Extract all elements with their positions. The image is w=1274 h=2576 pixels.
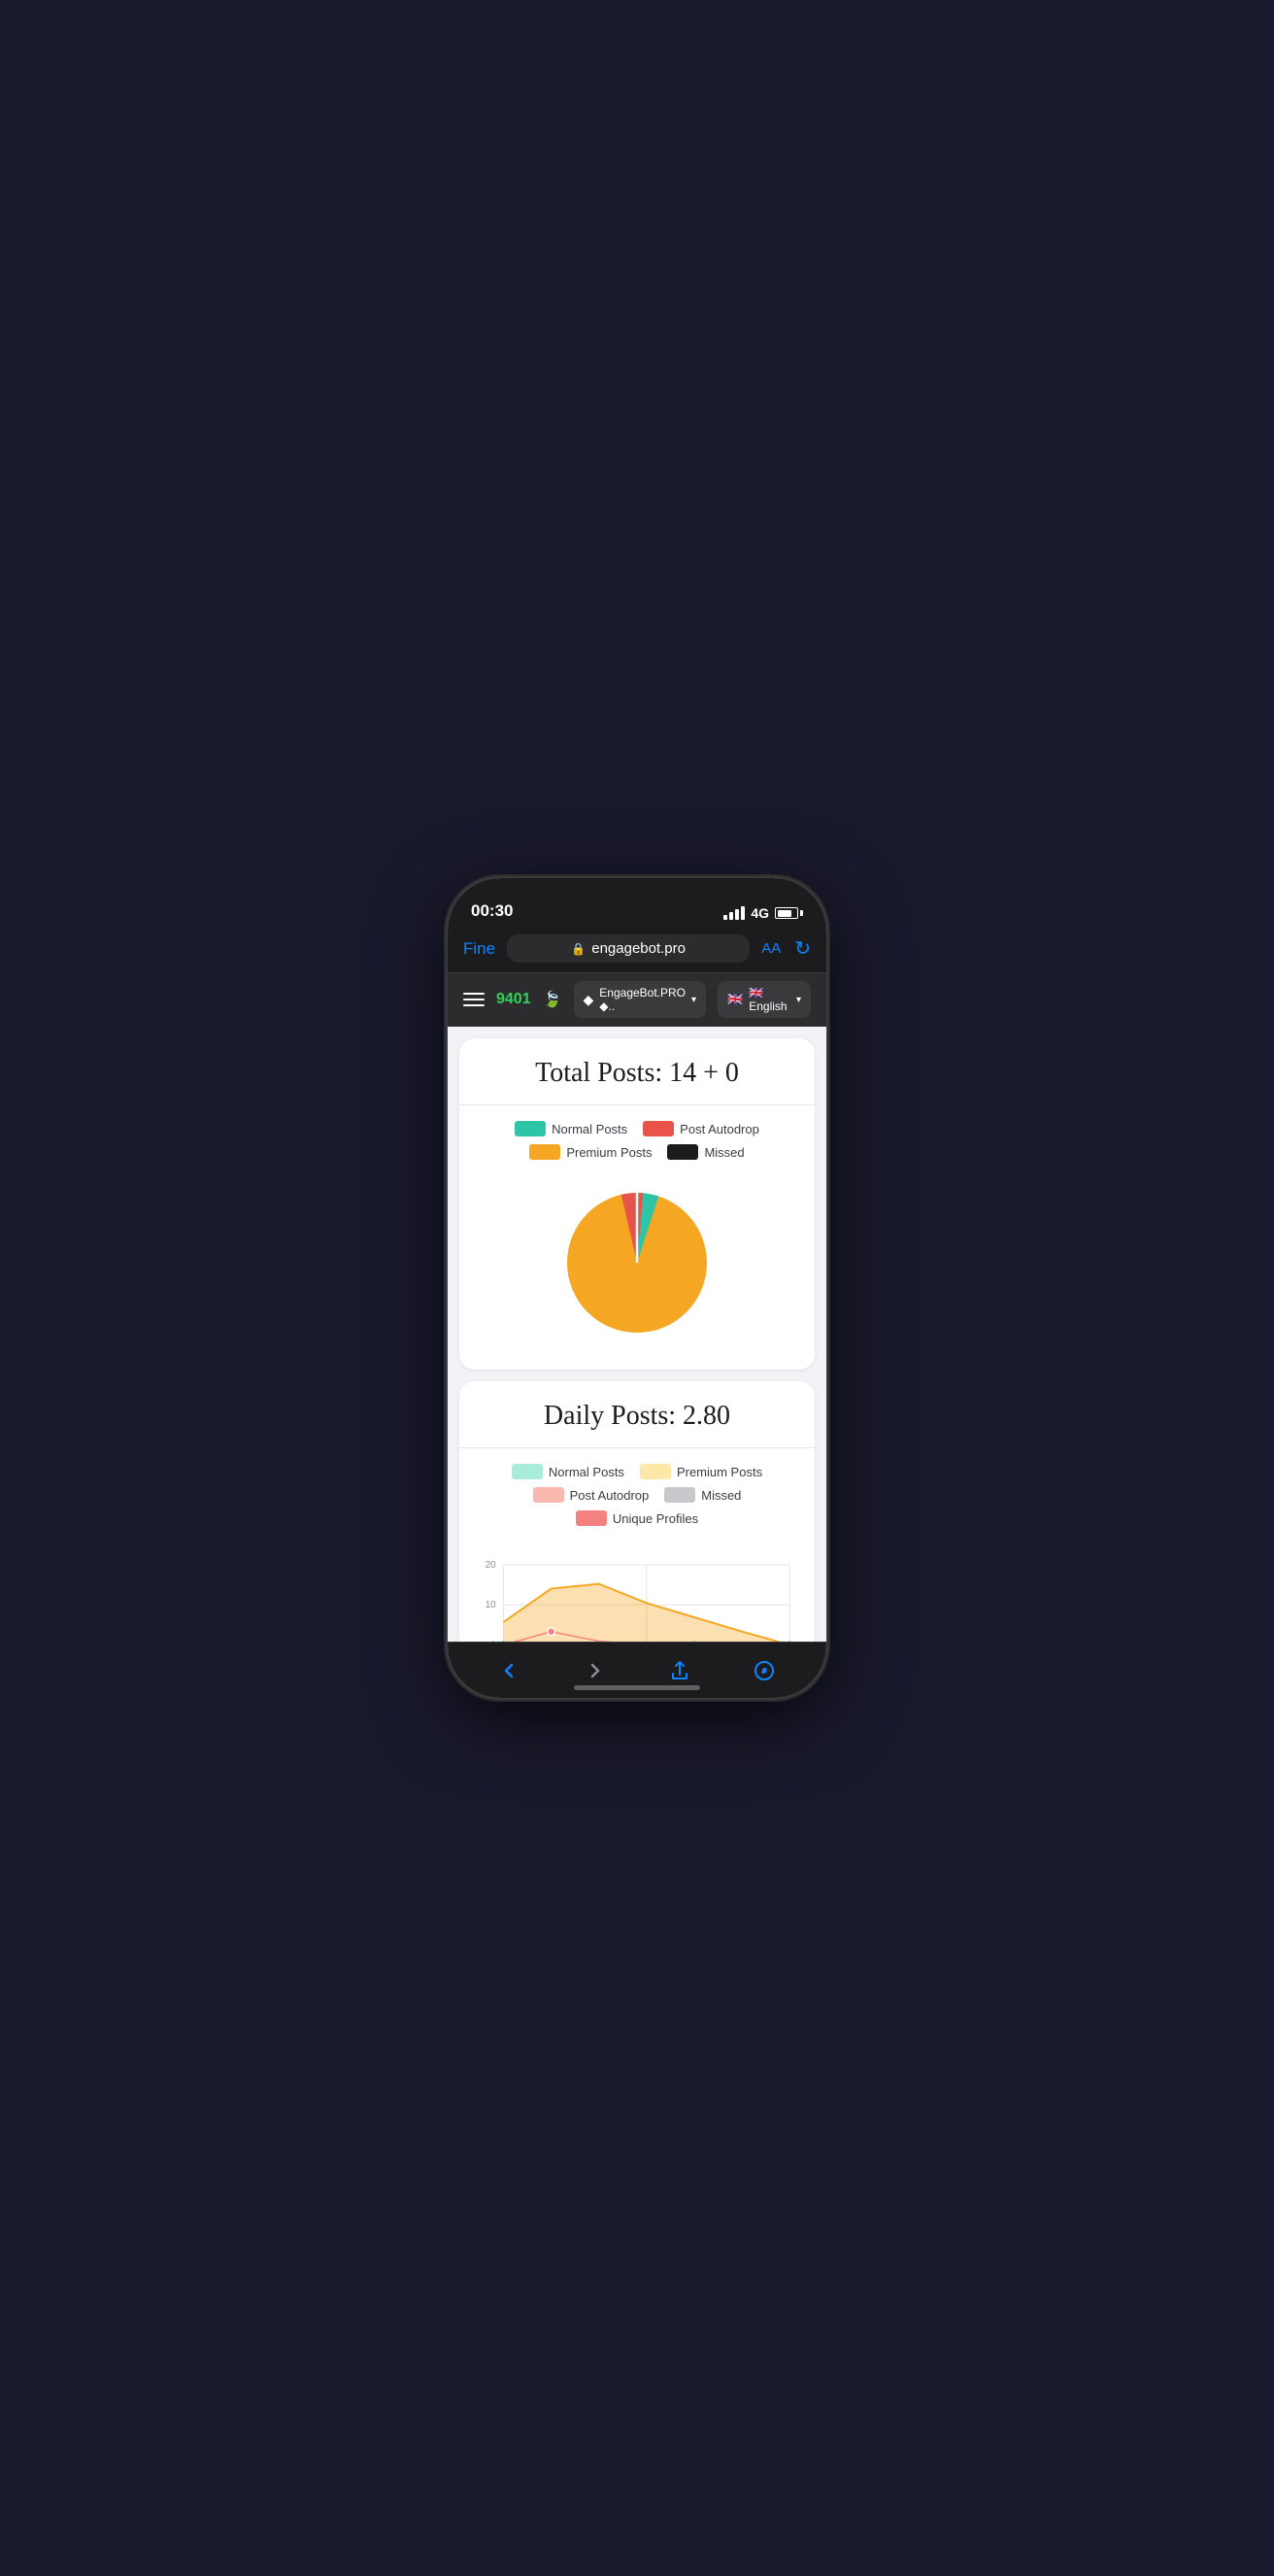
svg-text:20: 20 [486, 1560, 496, 1571]
coin-icon: 🍃 [543, 990, 562, 1009]
total-posts-legend: Normal Posts Post Autodrop Premium Posts [475, 1121, 799, 1160]
legend-swatch-daily-missed [664, 1487, 695, 1503]
svg-text:10: 10 [486, 1600, 496, 1610]
lock-icon: 🔒 [571, 942, 586, 956]
signal-bar-3 [735, 909, 739, 920]
pie-chart [559, 1185, 715, 1340]
phone-frame: 00:30 4G [448, 878, 826, 1698]
legend-swatch-normal [515, 1121, 546, 1136]
legend-swatch-daily-normal [512, 1464, 543, 1479]
workspace-name: EngageBot.PRO ◆.. [599, 986, 686, 1013]
legend-label-daily-missed: Missed [701, 1488, 741, 1503]
signal-bar-2 [729, 912, 733, 920]
legend-label-daily-premium: Premium Posts [677, 1465, 762, 1479]
legend-swatch-daily-unique [576, 1510, 607, 1526]
screen: 00:30 4G [448, 878, 826, 1698]
url-bar[interactable]: 🔒 engagebot.pro [507, 934, 750, 963]
daily-posts-title: Daily Posts: 2.80 [475, 1401, 799, 1432]
legend-label-daily-unique: Unique Profiles [613, 1511, 698, 1526]
line-chart: 20 10 0 [475, 1549, 799, 1642]
refresh-icon[interactable]: ↻ [794, 936, 811, 961]
legend-label-normal: Normal Posts [552, 1122, 627, 1136]
battery-icon [775, 907, 803, 919]
legend-item-autodrop: Post Autodrop [643, 1121, 759, 1136]
legend-item-premium: Premium Posts [529, 1144, 652, 1160]
lang-chevron: ▾ [796, 995, 801, 1005]
legend-swatch-premium [529, 1144, 560, 1160]
legend-item-daily-autodrop: Post Autodrop [533, 1487, 650, 1503]
language-selector[interactable]: 🇬🇧 🇬🇧 English ▾ [718, 981, 811, 1018]
signal-bar-4 [741, 906, 745, 920]
forward-button[interactable] [573, 1661, 616, 1680]
legend-swatch-autodrop [643, 1121, 674, 1136]
legend-swatch-missed [667, 1144, 698, 1160]
home-indicator [574, 1685, 700, 1690]
pie-chart-container [475, 1175, 799, 1350]
back-label[interactable]: Fine [463, 939, 495, 959]
legend-swatch-daily-premium [640, 1464, 671, 1479]
hamburger-menu[interactable] [463, 993, 485, 1006]
legend-label-daily-autodrop: Post Autodrop [570, 1488, 650, 1503]
signal-bars [723, 906, 745, 920]
total-posts-card: Total Posts: 14 + 0 Normal Posts Post Au… [459, 1038, 815, 1370]
legend-swatch-daily-autodrop [533, 1487, 564, 1503]
compass-button[interactable] [743, 1660, 786, 1681]
legend-item-normal: Normal Posts [515, 1121, 627, 1136]
legend-item-missed: Missed [667, 1144, 744, 1160]
legend-item-daily-unique: Unique Profiles [576, 1510, 698, 1526]
content-area: Total Posts: 14 + 0 Normal Posts Post Au… [448, 1027, 826, 1642]
network-label: 4G [751, 905, 769, 921]
aa-button[interactable]: AA [761, 940, 781, 957]
browser-bar: Fine 🔒 engagebot.pro AA ↻ [448, 929, 826, 973]
total-posts-title: Total Posts: 14 + 0 [475, 1058, 799, 1089]
workspace-icon: ◆ [584, 992, 594, 1008]
language-label: 🇬🇧 English [749, 986, 790, 1013]
legend-label-autodrop: Post Autodrop [680, 1122, 759, 1136]
flag-icon: 🇬🇧 [727, 992, 743, 1007]
legend-item-daily-normal: Normal Posts [512, 1464, 624, 1479]
notch [564, 878, 710, 911]
legend-label-missed: Missed [704, 1145, 744, 1160]
line-chart-container: 20 10 0 [475, 1542, 799, 1642]
share-button[interactable] [658, 1660, 701, 1681]
signal-bar-1 [723, 915, 727, 920]
workspace-selector[interactable]: ◆ EngageBot.PRO ◆.. ▾ [574, 981, 707, 1018]
daily-posts-card: Daily Posts: 2.80 Normal Posts Premium P… [459, 1381, 815, 1642]
legend-item-daily-premium: Premium Posts [640, 1464, 762, 1479]
nav-bar: 9401 🍃 ◆ EngageBot.PRO ◆.. ▾ 🇬🇧 🇬🇧 Engli… [448, 973, 826, 1027]
browser-actions: AA ↻ [761, 936, 811, 961]
daily-posts-legend: Normal Posts Premium Posts Post Autodrop [475, 1464, 799, 1526]
status-icons: 4G [723, 905, 803, 921]
url-text: engagebot.pro [591, 940, 686, 957]
legend-label-premium: Premium Posts [566, 1145, 652, 1160]
back-button[interactable] [488, 1661, 531, 1680]
workspace-chevron: ▾ [691, 995, 696, 1005]
legend-label-daily-normal: Normal Posts [549, 1465, 624, 1479]
dot-autodrop-1 [548, 1628, 555, 1636]
coin-count: 9401 [496, 991, 531, 1008]
legend-item-daily-missed: Missed [664, 1487, 741, 1503]
